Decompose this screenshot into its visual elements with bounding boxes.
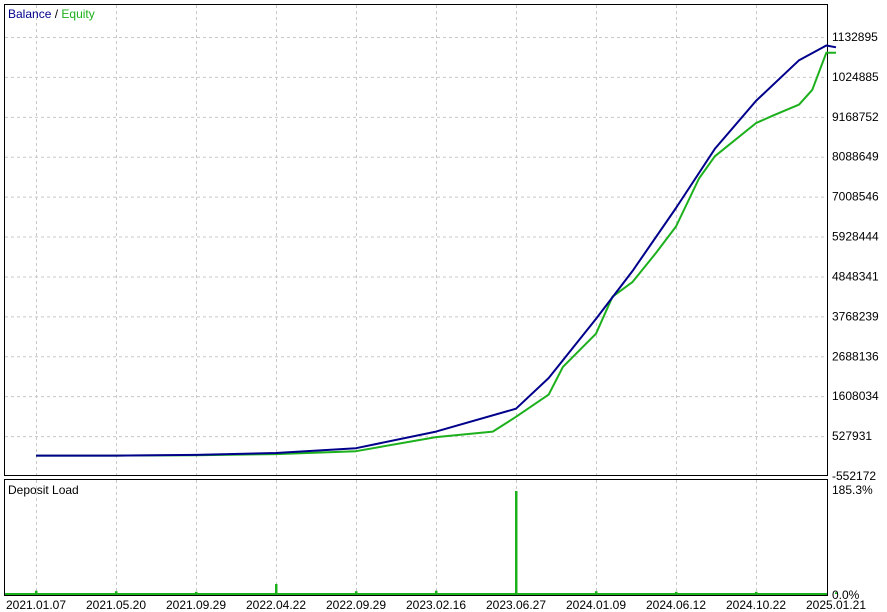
x-tick-label: 2021.01.07 bbox=[6, 598, 66, 612]
y-tick-label: 1024885 bbox=[832, 70, 879, 84]
legend-separator: / bbox=[55, 7, 62, 21]
y-tick-label: 2688136 bbox=[832, 349, 879, 363]
legend: Balance / Equity bbox=[8, 7, 95, 21]
y-tick-label: -552172 bbox=[832, 469, 876, 483]
x-tick-label: 2024.10.22 bbox=[726, 598, 786, 612]
chart-canvas: 1132895 1024885 9168752 8088649 7008546 59284… bbox=[4, 4, 879, 612]
y-tick-label: 1608034 bbox=[832, 389, 879, 403]
y-tick-label: 7008546 bbox=[832, 190, 879, 204]
y-tick-label: 9168752 bbox=[832, 110, 879, 124]
deposit-load-title: Deposit Load bbox=[8, 483, 79, 497]
deposit-load-max-label: 185.3% bbox=[832, 483, 873, 497]
y-tick-label: 8088649 bbox=[832, 150, 879, 164]
deposit-load-min-label: 0.0% bbox=[832, 588, 860, 602]
load-bar bbox=[275, 584, 278, 594]
y-tick-label: 4848341 bbox=[832, 269, 879, 283]
y-tick-label: 5928444 bbox=[832, 230, 879, 244]
x-tick-label: 2023.02.16 bbox=[406, 598, 466, 612]
x-tick-label: 2022.09.29 bbox=[326, 598, 386, 612]
y-tick-label: 3768239 bbox=[832, 309, 879, 323]
x-tick-label: 2023.06.27 bbox=[486, 598, 546, 612]
load-bar bbox=[515, 491, 518, 594]
x-tick-label: 2021.09.29 bbox=[166, 598, 226, 612]
x-axis-labels: 2021.01.07 2021.05.20 2021.09.29 2022.04.22… bbox=[6, 598, 866, 612]
x-tick-label: 2024.06.12 bbox=[646, 598, 706, 612]
legend-balance: Balance bbox=[8, 7, 52, 21]
y-axis-labels: 1132895 1024885 9168752 8088649 7008546 59284… bbox=[832, 30, 879, 483]
x-tick-label: 2024.01.09 bbox=[566, 598, 626, 612]
x-tick-label: 2022.04.22 bbox=[246, 598, 306, 612]
load-plot-frame bbox=[4, 479, 828, 596]
x-tick-label: 2021.05.20 bbox=[86, 598, 146, 612]
y-tick-label: 1132895 bbox=[832, 30, 878, 44]
legend-equity: Equity bbox=[61, 7, 94, 21]
y-tick-label: 527931 bbox=[832, 429, 872, 443]
main-plot-frame bbox=[4, 4, 828, 476]
